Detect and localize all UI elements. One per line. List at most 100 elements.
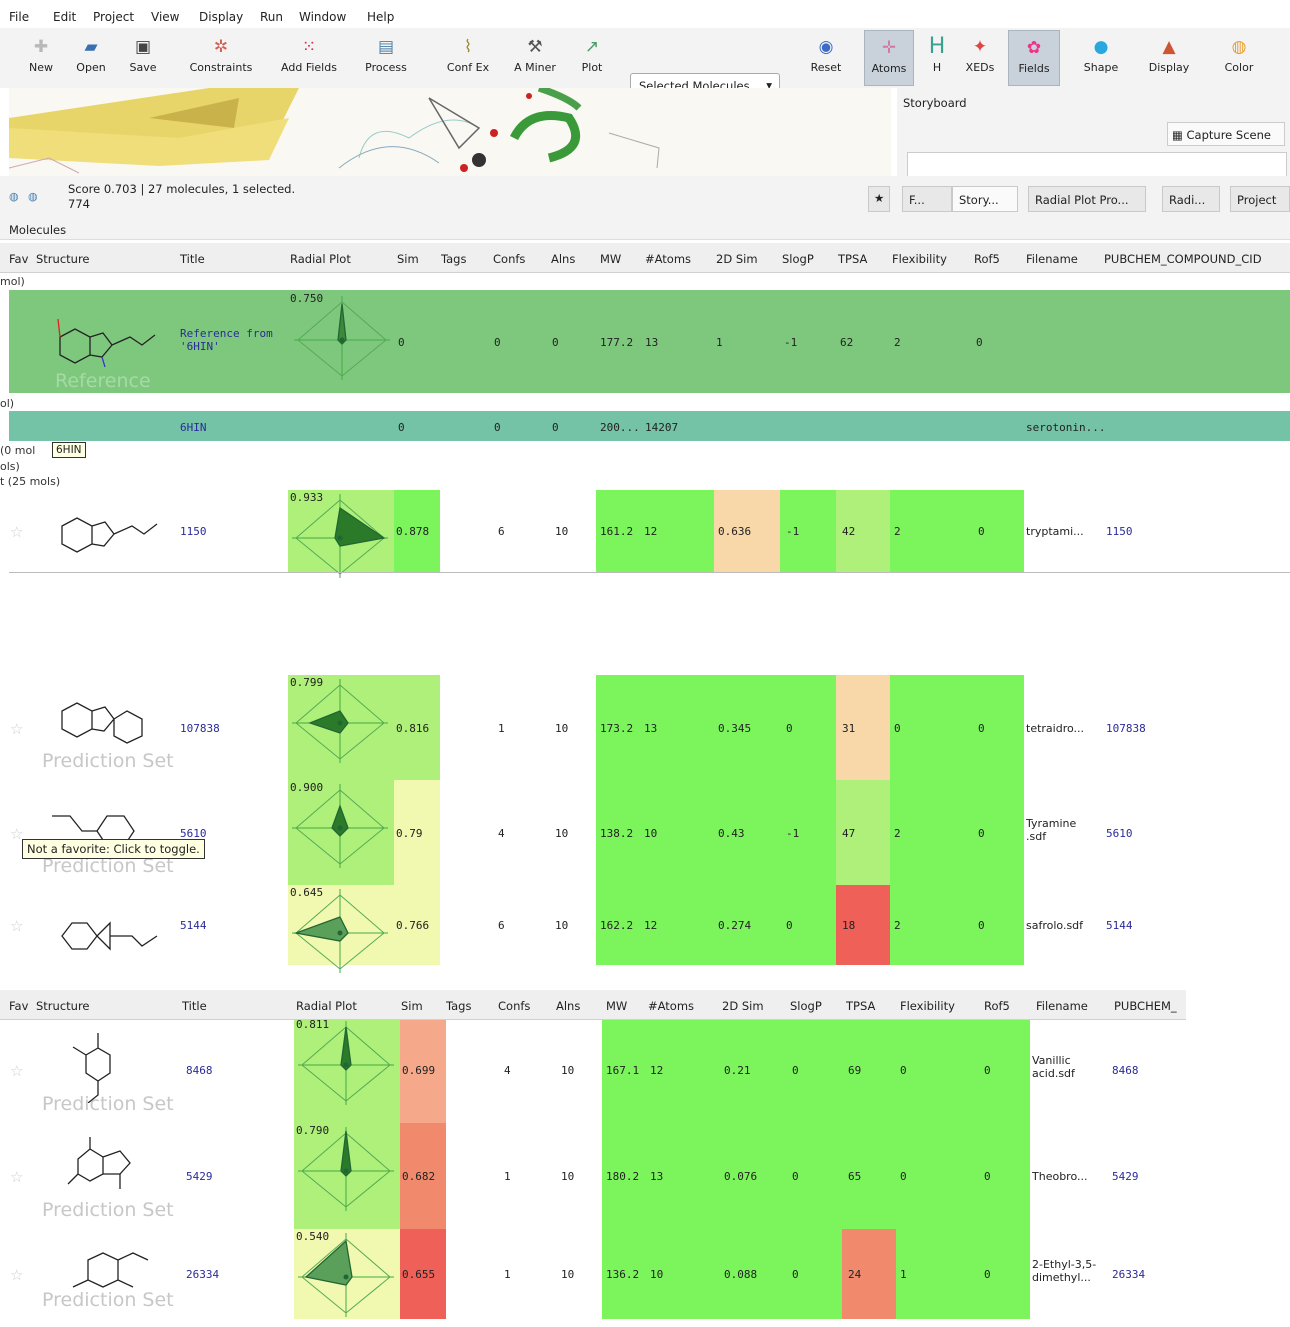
tab-f[interactable]: F... (902, 186, 952, 212)
atoms-toggle[interactable]: ✛ Atoms (864, 30, 914, 86)
col-2d-sim[interactable]: 2D Sim (722, 999, 764, 1013)
process-button[interactable]: ▤ Process (358, 30, 414, 86)
atoms-value: 12 (644, 919, 658, 932)
forward-icon[interactable]: ◍ (28, 190, 38, 203)
favorite-star-icon[interactable]: ★ (868, 186, 890, 212)
tab-story[interactable]: Story... (952, 186, 1018, 212)
tab-radial-plot-pro[interactable]: Radial Plot Pro... (1028, 186, 1146, 212)
col-flexibility[interactable]: Flexibility (892, 252, 947, 266)
prediction-set-watermark: Prediction Set (42, 1289, 174, 1311)
menu-display[interactable]: Display (199, 10, 243, 24)
color-menu[interactable]: ◍ Color (1208, 30, 1270, 86)
menu-project[interactable]: Project (93, 10, 134, 24)
col-confs[interactable]: Confs (498, 999, 530, 1013)
reference-title[interactable]: Reference from '6HIN' (180, 327, 285, 353)
col-mw[interactable]: MW (606, 999, 627, 1013)
pubchem-cid-link[interactable]: 26334 (1112, 1268, 1145, 1281)
fields-toggle[interactable]: ✿ Fields (1008, 30, 1060, 86)
col-alns[interactable]: Alns (551, 252, 575, 266)
col-fav[interactable]: Fav (9, 252, 28, 266)
molecule-title[interactable]: 8468 (186, 1064, 213, 1077)
col-alns[interactable]: Alns (556, 999, 580, 1013)
atoms-value: 13 (645, 336, 659, 349)
col-pubchem-cid[interactable]: PUBCHEM_ (1114, 999, 1177, 1013)
molecule-title[interactable]: 107838 (180, 722, 220, 735)
flex-rof5-cell (896, 1229, 1030, 1319)
plot-button[interactable]: ↗ Plot (574, 30, 610, 86)
h-toggle[interactable]: HH (922, 30, 952, 86)
pubchem-cid-link[interactable]: 8468 (1112, 1064, 1139, 1077)
col-rof5[interactable]: Rof5 (984, 999, 1010, 1013)
tpsa-value: 18 (842, 919, 856, 932)
menu-file[interactable]: File (9, 10, 29, 24)
favorite-star-icon[interactable]: ☆ (10, 523, 23, 541)
conf-ex-button[interactable]: ⌇ Conf Ex (440, 30, 496, 86)
favorite-star-icon[interactable]: ☆ (10, 1168, 23, 1186)
molecule-title[interactable]: 5610 (180, 827, 207, 840)
reset-button[interactable]: ◉ Reset (802, 30, 850, 86)
constraints-button[interactable]: ✲ Constraints (180, 30, 262, 86)
display-menu[interactable]: ▲ Display (1140, 30, 1198, 86)
xeds-toggle[interactable]: ✦ XEDs (958, 30, 1002, 86)
col-fav[interactable]: Fav (9, 999, 28, 1013)
col-title[interactable]: Title (180, 252, 205, 266)
col-flexibility[interactable]: Flexibility (900, 999, 955, 1013)
col-tpsa[interactable]: TPSA (838, 252, 867, 266)
col-atoms[interactable]: #Atoms (645, 252, 691, 266)
col-structure[interactable]: Structure (36, 999, 90, 1013)
add-fields-button[interactable]: ⁙ Add Fields (272, 30, 346, 86)
col-pubchem-cid[interactable]: PUBCHEM_COMPOUND_CID (1104, 252, 1262, 266)
tab-radi[interactable]: Radi... (1162, 186, 1220, 212)
col-radial-plot[interactable]: Radial Plot (290, 252, 351, 266)
col-tpsa[interactable]: TPSA (846, 999, 875, 1013)
molecule-title[interactable]: 1150 (180, 525, 207, 538)
favorite-star-icon[interactable]: ☆ (10, 1062, 23, 1080)
pubchem-cid-link[interactable]: 5610 (1106, 827, 1133, 840)
col-slogp[interactable]: SlogP (790, 999, 822, 1013)
col-2d-sim[interactable]: 2D Sim (716, 252, 758, 266)
col-sim[interactable]: Sim (401, 999, 423, 1013)
col-filename[interactable]: Filename (1036, 999, 1088, 1013)
capture-scene-button[interactable]: ▦ Capture Scene (1167, 122, 1285, 146)
tab-project[interactable]: Project (1230, 186, 1290, 212)
menu-help[interactable]: Help (367, 10, 394, 24)
col-slogp[interactable]: SlogP (782, 252, 814, 266)
menu-view[interactable]: View (151, 10, 179, 24)
col-title[interactable]: Title (182, 999, 207, 1013)
col-tags[interactable]: Tags (441, 252, 466, 266)
pubchem-cid-link[interactable]: 5144 (1106, 919, 1133, 932)
col-atoms[interactable]: #Atoms (648, 999, 694, 1013)
col-confs[interactable]: Confs (493, 252, 525, 266)
structure-image (67, 1137, 131, 1189)
col-filename[interactable]: Filename (1026, 252, 1078, 266)
pubchem-cid-link[interactable]: 107838 (1106, 722, 1146, 735)
structure-image (72, 1033, 111, 1103)
open-button[interactable]: ▰ Open (70, 30, 112, 86)
molecule-title[interactable]: 26334 (186, 1268, 219, 1281)
pubchem-cid-link[interactable]: 1150 (1106, 525, 1133, 538)
menu-window[interactable]: Window (299, 10, 346, 24)
a-miner-button[interactable]: ⚒ A Miner (506, 30, 564, 86)
molecule-title[interactable]: 5429 (186, 1170, 213, 1183)
new-button[interactable]: ✚ New (20, 30, 62, 86)
back-icon[interactable]: ◍ (9, 190, 19, 203)
molecule-title[interactable]: 5144 (180, 919, 207, 932)
col-radial-plot[interactable]: Radial Plot (296, 999, 357, 1013)
protein-title[interactable]: 6HIN (180, 421, 207, 434)
col-rof5[interactable]: Rof5 (974, 252, 1000, 266)
col-structure[interactable]: Structure (36, 252, 90, 266)
save-icon: ▣ (134, 37, 152, 57)
favorite-star-icon[interactable]: ☆ (10, 1266, 23, 1284)
favorite-star-icon[interactable]: ☆ (10, 917, 23, 935)
pubchem-cid-link[interactable]: 5429 (1112, 1170, 1139, 1183)
col-mw[interactable]: MW (600, 252, 621, 266)
favorite-star-icon[interactable]: ☆ (10, 720, 23, 738)
menu-run[interactable]: Run (260, 10, 283, 24)
shape-menu[interactable]: ● Shape (1072, 30, 1130, 86)
col-tags[interactable]: Tags (446, 999, 471, 1013)
menu-edit[interactable]: Edit (53, 10, 76, 24)
save-button[interactable]: ▣ Save (120, 30, 166, 86)
col-sim[interactable]: Sim (397, 252, 419, 266)
tpsa-value: 62 (840, 336, 854, 349)
3d-viewer[interactable] (9, 88, 891, 176)
